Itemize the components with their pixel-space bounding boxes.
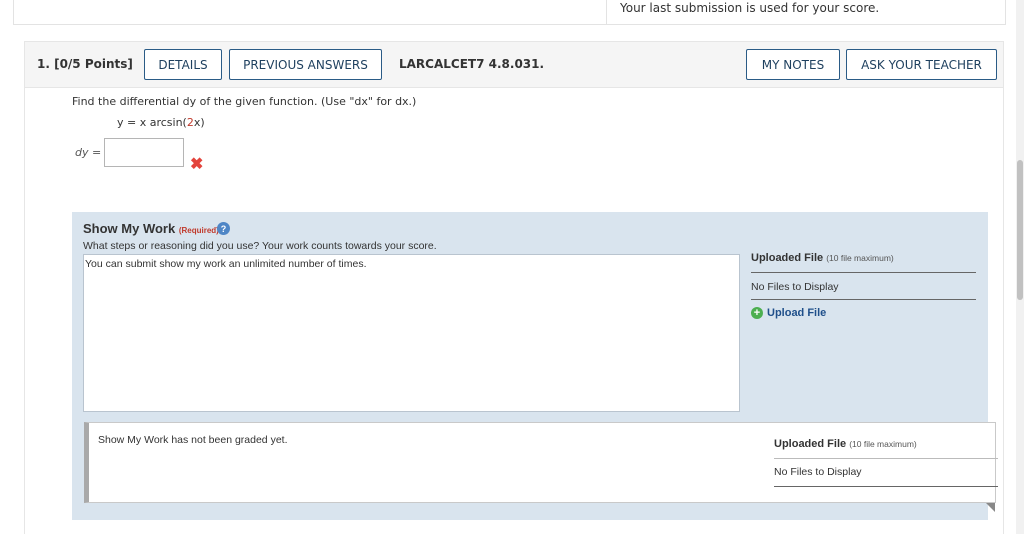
graded-status-text: Show My Work has not been graded yet. — [98, 434, 288, 446]
show-my-work-textarea[interactable]: You can submit show my work an unlimited… — [83, 254, 740, 412]
upload-file-link[interactable]: + Upload File — [751, 307, 826, 319]
question-number-points: 1. [0/5 Points] — [37, 57, 133, 71]
question-code: LARCALCET7 4.8.031. — [399, 57, 545, 71]
show-my-work-title-text: Show My Work — [83, 221, 176, 236]
divider — [774, 458, 998, 459]
uploaded-file-heading: Uploaded File (10 file maximum) — [751, 252, 894, 264]
graded-no-files-text: No Files to Display — [774, 466, 862, 478]
required-label: (Required) — [178, 226, 219, 235]
upload-file-label: Upload File — [767, 307, 827, 319]
uploaded-file-title: Uploaded File — [751, 252, 824, 264]
details-button[interactable]: DETAILS — [144, 49, 222, 80]
show-my-work-description: What steps or reasoning did you use? You… — [83, 240, 437, 252]
divider — [751, 299, 976, 300]
graded-uploaded-heading: Uploaded File (10 file maximum) — [774, 438, 917, 450]
divider — [774, 486, 998, 487]
previous-answers-button[interactable]: PREVIOUS ANSWERS — [229, 49, 382, 80]
question-prompt: Find the differential dy of the given fu… — [72, 95, 417, 108]
incorrect-x-icon: ✖ — [190, 156, 204, 173]
formula-prefix: y = x arcsin( — [117, 116, 187, 129]
resize-handle-icon[interactable] — [986, 503, 995, 512]
function-formula: y = x arcsin(2x) — [117, 116, 205, 129]
formula-suffix: x) — [193, 116, 205, 129]
graded-uploaded-max: (10 file maximum) — [849, 439, 917, 449]
my-notes-button[interactable]: MY NOTES — [746, 49, 840, 80]
divider — [751, 272, 976, 273]
divider — [606, 0, 607, 24]
answer-input[interactable] — [104, 138, 184, 167]
ask-your-teacher-button[interactable]: ASK YOUR TEACHER — [846, 49, 997, 80]
help-icon[interactable]: ? — [217, 222, 230, 235]
formula-highlight: 2 — [186, 116, 194, 129]
plus-circle-icon: + — [751, 307, 763, 319]
no-files-text: No Files to Display — [751, 281, 839, 293]
graded-uploaded-title: Uploaded File — [774, 438, 847, 450]
show-my-work-title: Show My Work (Required) — [83, 221, 219, 236]
scrollbar-thumb[interactable] — [1017, 160, 1023, 300]
submission-note: Your last submission is used for your sc… — [620, 1, 880, 15]
uploaded-file-max: (10 file maximum) — [826, 253, 894, 263]
answer-label: dy = — [75, 146, 102, 159]
